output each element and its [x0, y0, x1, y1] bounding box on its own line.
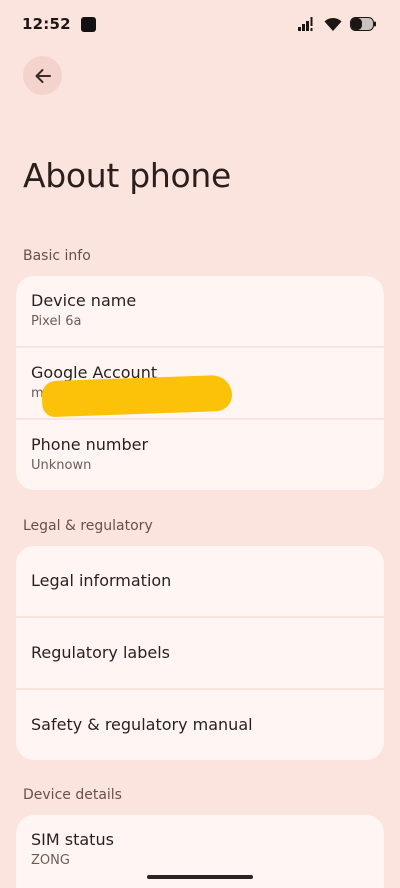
row-title: Device name: [31, 291, 137, 310]
device-name-row[interactable]: Device name Pixel 6a: [16, 276, 384, 346]
about-phone-screen: 12:52 About phone Basic info Device name…: [0, 0, 400, 888]
redaction-mark: [41, 374, 233, 418]
section-header-basic-info: Basic info: [23, 248, 91, 264]
back-button[interactable]: [23, 56, 62, 95]
status-bar: 12:52: [0, 0, 400, 48]
legal-information-row[interactable]: Legal information: [16, 546, 384, 616]
row-title: Phone number: [31, 435, 149, 454]
regulatory-labels-row[interactable]: Regulatory labels: [16, 616, 384, 688]
phone-number-row[interactable]: Phone number Unknown: [16, 418, 384, 490]
safety-manual-row[interactable]: Safety & regulatory manual: [16, 688, 384, 760]
status-time: 12:52: [22, 15, 71, 33]
row-subtitle: Pixel 6a: [31, 314, 82, 329]
row-subtitle: Unknown: [31, 458, 92, 473]
row-title: Regulatory labels: [31, 643, 171, 662]
page-title: About phone: [23, 156, 232, 195]
notification-square-icon: [80, 16, 96, 32]
row-title: Legal information: [31, 571, 172, 590]
gesture-navigation-bar[interactable]: [147, 875, 253, 879]
signal-icon: [298, 17, 316, 31]
wifi-icon: [324, 17, 342, 31]
row-title: Safety & regulatory manual: [31, 715, 253, 734]
section-header-legal: Legal & regulatory: [23, 518, 153, 534]
section-header-device-details: Device details: [23, 787, 122, 803]
arrow-back-icon: [35, 68, 51, 83]
battery-icon: [350, 17, 376, 31]
legal-card: Legal information Regulatory labels Safe…: [16, 546, 384, 760]
row-title: SIM status: [31, 830, 114, 849]
row-subtitle: ZONG: [31, 853, 70, 868]
